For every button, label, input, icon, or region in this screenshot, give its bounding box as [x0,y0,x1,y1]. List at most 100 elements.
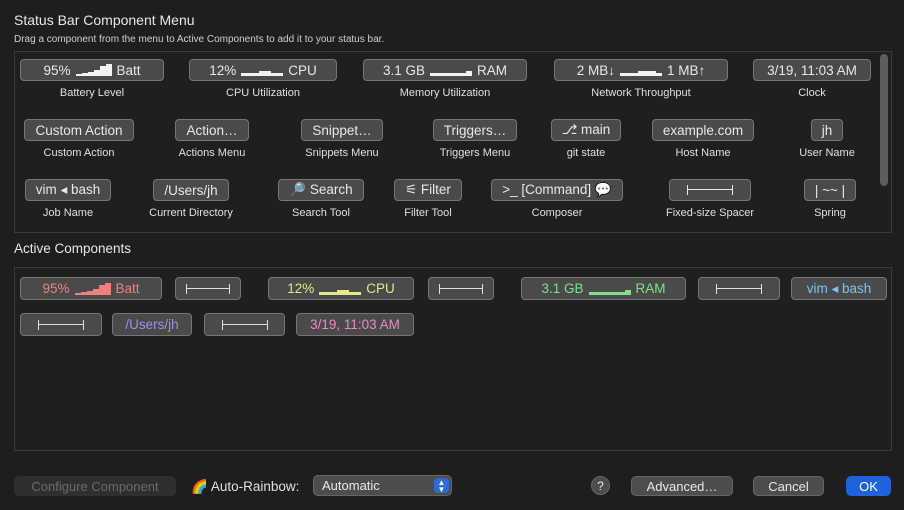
component-caption: Battery Level [59,87,125,99]
component-caption: Network Throughput [591,87,691,99]
component-git-state[interactable]: ⎇ main git state [548,119,624,159]
component-job-name[interactable]: vim ◂ bash Job Name [20,179,116,219]
user-name-display[interactable]: jh [810,119,844,141]
active-battery-unit: Batt [115,281,140,296]
component-battery[interactable]: 95% Batt Battery Level [19,59,165,99]
actions-menu-display[interactable]: Action… [175,119,249,141]
component-caption: Job Name [42,207,94,219]
page-title: Status Bar Component Menu [14,12,195,28]
memory-display[interactable]: 3.1 GB RAM [363,59,527,81]
spacer-icon [186,283,230,294]
active-memory-value: 3.1 GB [541,281,584,296]
component-network[interactable]: 2 MB↓ 1 MB↑ Network Throughput [554,59,728,99]
fixed-spacer-display[interactable] [669,179,751,201]
host-name-display[interactable]: example.com [651,119,755,141]
active-cpu-value: 12% [287,281,315,296]
page-subtitle: Drag a component from the menu to Active… [14,34,385,45]
auto-rainbow-text: Auto-Rainbow: [210,479,300,494]
component-caption: Triggers Menu [439,147,511,159]
network-display[interactable]: 2 MB↓ 1 MB↑ [554,59,728,81]
component-search-tool[interactable]: 🔎 Search Search Tool [274,179,368,219]
help-button[interactable]: ? [591,476,610,495]
rainbow-icon: 🌈 [191,479,208,494]
component-caption: Composer [531,207,583,219]
memory-unit: RAM [477,62,508,78]
chevron-up-down-icon: ▲ ▼ [434,478,449,493]
active-battery-value: 95% [42,281,70,296]
active-components-panel[interactable]: 95% Batt 12% CPU 3.1 GB RAM vim ◂ bash /… [14,267,892,451]
configure-component-button[interactable]: Configure Component [14,476,176,496]
auto-rainbow-label: 🌈 Auto-Rainbow: [191,479,299,495]
active-memory[interactable]: 3.1 GB RAM [521,277,686,300]
component-composer[interactable]: >_ [Command] 💬 Composer [486,179,628,219]
current-directory-display[interactable]: /Users/jh [153,179,229,201]
active-current-directory[interactable]: /Users/jh [112,313,192,336]
component-current-directory[interactable]: /Users/jh Current Directory [145,179,237,219]
active-fixed-spacer[interactable] [428,277,494,300]
component-caption: Search Tool [292,207,350,219]
component-caption: Current Directory [149,207,233,219]
menu-scrollbar[interactable] [880,54,888,186]
component-fixed-spacer[interactable]: Fixed-size Spacer [660,179,760,219]
active-fixed-spacer[interactable] [204,313,285,336]
component-custom-action[interactable]: Custom Action Custom Action [20,119,138,159]
cpu-unit: CPU [288,62,317,78]
active-cpu[interactable]: 12% CPU [268,277,414,300]
snippets-menu-display[interactable]: Snippet… [301,119,383,141]
component-caption: User Name [799,147,855,159]
component-cpu[interactable]: 12% CPU CPU Utilization [189,59,337,99]
active-fixed-spacer[interactable] [698,277,780,300]
spacer-icon [221,319,268,330]
battery-unit: Batt [116,62,141,78]
active-fixed-spacer[interactable] [175,277,241,300]
component-caption: Actions Menu [178,147,246,159]
triggers-menu-display[interactable]: Triggers… [432,119,518,141]
network-up: 1 MB↑ [667,62,706,78]
cpu-bar-graph [241,64,284,76]
cancel-button[interactable]: Cancel [753,476,824,496]
ok-button[interactable]: OK [846,476,891,496]
active-cpu-bar-graph [319,283,362,295]
component-user-name[interactable]: jh User Name [795,119,859,159]
cpu-display[interactable]: 12% CPU [189,59,337,81]
memory-value: 3.1 GB [382,62,426,78]
advanced-button[interactable]: Advanced… [631,476,733,496]
active-fixed-spacer[interactable] [20,313,102,336]
spacer-icon [38,319,84,330]
component-caption: Spring [814,207,846,219]
git-state-display[interactable]: ⎇ main [550,119,622,141]
component-snippets-menu[interactable]: Snippet… Snippets Menu [293,119,391,159]
component-filter-tool[interactable]: ⚟ Filter Filter Tool [391,179,465,219]
active-memory-unit: RAM [635,281,666,296]
component-caption: Host Name [675,147,731,159]
network-bar-graph [620,64,662,76]
filter-tool-display[interactable]: ⚟ Filter [394,179,462,201]
auto-rainbow-select[interactable]: Automatic ▲ ▼ [313,475,452,496]
spacer-icon [439,283,483,294]
active-clock[interactable]: 3/19, 11:03 AM [296,313,414,336]
battery-display[interactable]: 95% Batt [20,59,164,81]
component-caption: Snippets Menu [305,147,379,159]
component-triggers-menu[interactable]: Triggers… Triggers Menu [425,119,525,159]
cpu-value: 12% [209,62,237,78]
active-job-name[interactable]: vim ◂ bash [791,277,887,300]
component-caption: Memory Utilization [399,87,491,99]
component-clock[interactable]: 3/19, 11:03 AM Clock [753,59,871,99]
clock-display[interactable]: 3/19, 11:03 AM [753,59,871,81]
active-battery[interactable]: 95% Batt [20,277,162,300]
component-caption: CPU Utilization [226,87,300,99]
component-actions-menu[interactable]: Action… Actions Menu [167,119,257,159]
custom-action-display[interactable]: Custom Action [24,119,134,141]
memory-bar-graph [430,64,473,76]
composer-display[interactable]: >_ [Command] 💬 [491,179,623,201]
active-memory-bar-graph [588,283,631,295]
component-memory[interactable]: 3.1 GB RAM Memory Utilization [363,59,527,99]
job-name-display[interactable]: vim ◂ bash [24,179,112,201]
search-tool-display[interactable]: 🔎 Search [278,179,364,201]
component-host-name[interactable]: example.com Host Name [646,119,760,159]
component-menu-panel: 95% Batt Battery Level 12% CPU CPU Utili… [14,51,892,233]
auto-rainbow-value: Automatic [322,478,380,493]
component-caption: Fixed-size Spacer [665,207,755,219]
spring-display[interactable]: | ~~ | [803,179,857,201]
component-spring[interactable]: | ~~ | Spring [789,179,871,219]
